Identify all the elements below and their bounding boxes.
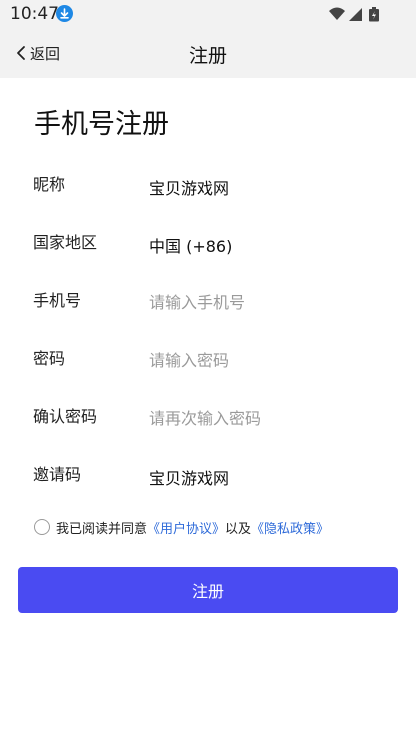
status-bar: 10:47 xyxy=(0,0,416,28)
confirm-password-row: 确认密码 xyxy=(0,403,416,443)
agreement-radio[interactable] xyxy=(34,519,50,535)
download-icon xyxy=(56,5,73,22)
phone-label: 手机号 xyxy=(33,291,82,310)
password-label: 密码 xyxy=(33,349,66,368)
invite-code-value[interactable]: 宝贝游戏网 xyxy=(149,465,229,489)
confirm-password-input[interactable] xyxy=(149,407,379,429)
nav-bar: 返回 注册 xyxy=(0,28,416,78)
register-button[interactable]: 注册 xyxy=(18,567,398,613)
nickname-value[interactable]: 宝贝游戏网 xyxy=(149,175,229,199)
nickname-row: 昵称 宝贝游戏网 xyxy=(0,171,416,211)
invite-code-row: 邀请码 宝贝游戏网 xyxy=(0,461,416,501)
region-row[interactable]: 国家地区 中国 (+86) xyxy=(0,229,416,269)
region-value[interactable]: 中国 (+86) xyxy=(149,233,232,257)
agreement: 我已阅读并同意 《用户协议》 以及 《隐私政策》 xyxy=(34,517,329,537)
nav-title: 注册 xyxy=(188,45,227,67)
password-input[interactable] xyxy=(149,349,379,371)
invite-code-label: 邀请码 xyxy=(33,465,82,484)
page-heading: 手机号注册 xyxy=(34,109,169,140)
region-label: 国家地区 xyxy=(33,233,98,252)
user-agreement-link[interactable]: 《用户协议》 xyxy=(147,518,225,537)
agreement-prefix: 我已阅读并同意 xyxy=(56,521,148,537)
phone-input[interactable] xyxy=(149,291,379,313)
system-icons xyxy=(328,6,386,22)
signal-icon xyxy=(349,8,362,21)
phone-row: 手机号 xyxy=(0,287,416,327)
status-time: 10:47 xyxy=(10,4,59,24)
agreement-conjunction: 以及 xyxy=(225,521,252,537)
nickname-label: 昵称 xyxy=(33,175,66,194)
privacy-policy-link[interactable]: 《隐私政策》 xyxy=(251,518,329,537)
battery-icon xyxy=(369,7,379,22)
confirm-password-label: 确认密码 xyxy=(33,407,98,426)
wifi-icon xyxy=(329,7,345,20)
password-row: 密码 xyxy=(0,345,416,385)
